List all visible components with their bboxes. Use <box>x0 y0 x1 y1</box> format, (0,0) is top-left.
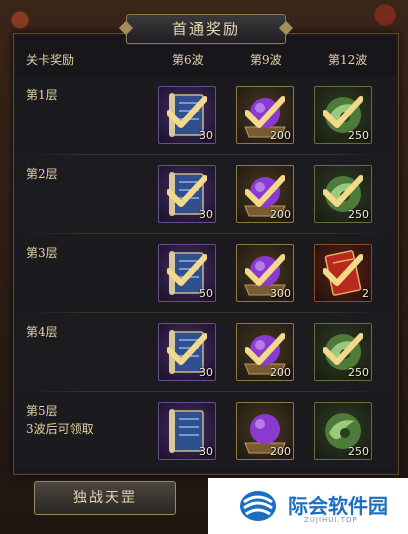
reward-slot[interactable]: 250 <box>314 86 372 144</box>
checkmark-icon <box>323 175 363 207</box>
header-wave-12: 第12波 <box>328 53 368 67</box>
floor-label: 第4层 <box>26 325 58 339</box>
checkmark-icon <box>167 175 207 207</box>
page-title: 首通奖励 <box>126 14 286 44</box>
reward-slot[interactable]: 300 <box>236 244 294 302</box>
checkmark-icon <box>167 96 207 128</box>
reward-quantity: 30 <box>199 129 213 142</box>
reward-slot[interactable]: 250 <box>314 323 372 381</box>
reward-quantity: 50 <box>199 287 213 300</box>
floor-label: 第1层 <box>26 88 58 102</box>
header-stage-rewards: 关卡奖励 <box>26 53 75 67</box>
table-header: 关卡奖励 第6波 第9波 第12波 <box>14 46 397 72</box>
watermark: 际会软件园 ZUJIHUI.TOP <box>208 478 408 534</box>
checkmark-icon <box>167 333 207 365</box>
table-row: 第2层 30 200 250 <box>14 155 397 233</box>
floor-label: 第3层 <box>26 246 58 260</box>
reward-quantity: 250 <box>348 129 369 142</box>
reward-slot[interactable]: 50 <box>158 244 216 302</box>
watermark-logo-icon <box>240 491 276 521</box>
table-row: 第1层 30 200 250 <box>14 76 397 154</box>
table-row: 第3层 50 300 2 <box>14 234 397 312</box>
reward-quantity: 300 <box>270 287 291 300</box>
reward-quantity: 30 <box>199 208 213 221</box>
reward-slot[interactable]: 200 <box>236 165 294 223</box>
header-wave-9: 第9波 <box>250 53 282 67</box>
reward-slot[interactable]: 200 <box>236 323 294 381</box>
checkmark-icon <box>167 254 207 286</box>
reward-slot[interactable]: 30 <box>158 86 216 144</box>
checkmark-icon <box>323 96 363 128</box>
floor-label: 第5层 <box>26 404 58 418</box>
reward-quantity: 250 <box>348 208 369 221</box>
reward-slot[interactable]: 200 <box>236 86 294 144</box>
reward-quantity: 200 <box>270 208 291 221</box>
reward-slot[interactable]: 30 <box>158 323 216 381</box>
reward-slot[interactable]: 250 <box>314 402 372 460</box>
watermark-domain: ZUJIHUI.TOP <box>304 516 358 524</box>
reward-quantity: 30 <box>199 366 213 379</box>
unlock-hint: 3波后可领取 <box>26 422 94 436</box>
reward-quantity: 200 <box>270 366 291 379</box>
watermark-name: 际会软件园 <box>288 494 388 518</box>
reward-slot[interactable]: 200 <box>236 402 294 460</box>
checkmark-icon <box>245 254 285 286</box>
reward-slot[interactable]: 30 <box>158 165 216 223</box>
reward-slot[interactable]: 2 <box>314 244 372 302</box>
checkmark-icon <box>245 175 285 207</box>
table-row: 第5层 3波后可领取 30 200 250 <box>14 392 397 470</box>
reward-quantity: 200 <box>270 445 291 458</box>
reward-quantity: 30 <box>199 445 213 458</box>
checkmark-icon <box>323 254 363 286</box>
checkmark-icon <box>245 96 285 128</box>
reward-slot[interactable]: 250 <box>314 165 372 223</box>
reward-quantity: 250 <box>348 445 369 458</box>
reward-slot[interactable]: 30 <box>158 402 216 460</box>
checkmark-icon <box>245 333 285 365</box>
reward-quantity: 2 <box>362 287 369 300</box>
reward-quantity: 250 <box>348 366 369 379</box>
table-row: 第4层 30 200 250 <box>14 313 397 391</box>
reward-quantity: 200 <box>270 129 291 142</box>
checkmark-icon <box>323 333 363 365</box>
header-wave-6: 第6波 <box>172 53 204 67</box>
solo-battle-button[interactable]: 独战天罡 <box>34 481 176 515</box>
floor-label: 第2层 <box>26 167 58 181</box>
